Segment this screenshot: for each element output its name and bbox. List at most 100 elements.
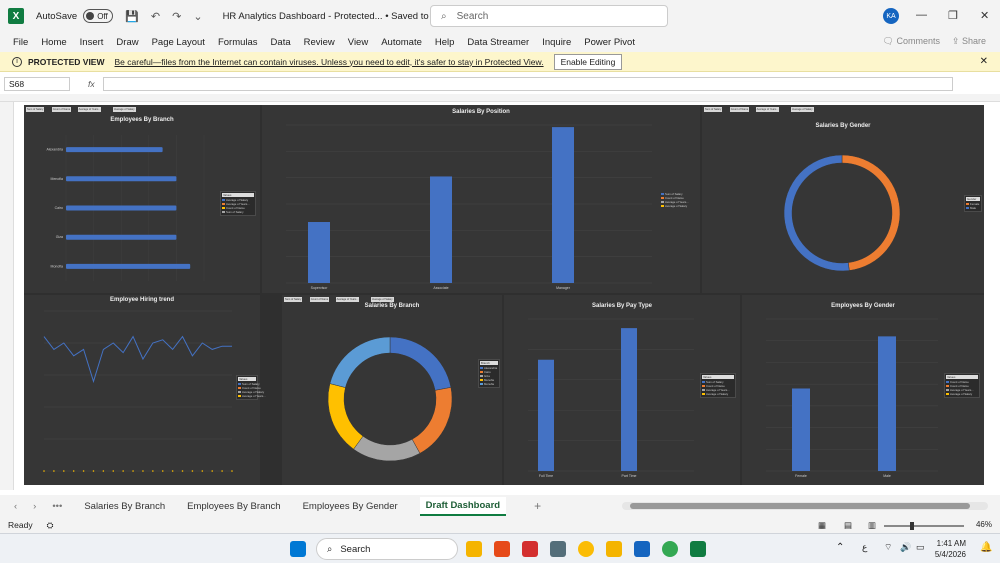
enable-editing-button[interactable]: Enable Editing — [553, 53, 623, 70]
restore-icon[interactable]: ❐ — [948, 9, 958, 22]
search-box[interactable]: ⌕ Search — [430, 5, 668, 27]
legend-title: Values — [222, 193, 254, 197]
page-break-icon[interactable]: ▥ — [868, 520, 876, 531]
mail-icon[interactable] — [634, 541, 650, 557]
row-headers[interactable] — [0, 102, 14, 490]
chevron-up-icon[interactable]: ⌃ — [836, 542, 844, 553]
menu-formulas[interactable]: Formulas — [218, 37, 258, 48]
sticky-notes-icon[interactable] — [494, 541, 510, 557]
donut-slice — [411, 387, 453, 454]
menu-power-pivot[interactable]: Power Pivot — [584, 37, 635, 48]
donut-slice — [327, 383, 364, 450]
autosave-toggle[interactable]: Off — [83, 9, 114, 23]
employee-hiring-trend-chart[interactable]: Employee Hiring trend Values Sum of Sala… — [24, 295, 266, 485]
taskbar-search[interactable]: ⌕ Search — [316, 538, 458, 560]
chart-legend[interactable]: Values Sum of Salary Count of Name Avera… — [700, 373, 736, 398]
save-icon[interactable]: 💾 — [125, 10, 139, 23]
minimize-icon[interactable]: — — [916, 9, 927, 21]
column-headers[interactable] — [0, 94, 1000, 102]
sheet-tab-employees-by-branch[interactable]: Employees By Branch — [187, 501, 280, 512]
menu-home[interactable]: Home — [41, 37, 66, 48]
menu-page-layout[interactable]: Page Layout — [152, 37, 205, 48]
close-icon[interactable]: ✕ — [980, 56, 988, 67]
autosave-label: AutoSave — [36, 10, 78, 22]
dashboard-area: Employees By Branch Sum of Salary Count o… — [24, 105, 984, 485]
app-l-icon[interactable] — [522, 541, 538, 557]
menu-data[interactable]: Data — [271, 37, 291, 48]
avatar[interactable]: KA — [883, 8, 899, 24]
bar-chart-svg: Supervisor Associate Manager — [286, 124, 652, 290]
menu-help[interactable]: Help — [435, 37, 455, 48]
prev-sheet-icon[interactable]: ‹ — [14, 501, 17, 512]
excel-taskbar-icon[interactable] — [690, 541, 706, 557]
zoom-level[interactable]: 46% — [976, 520, 992, 529]
horizontal-scrollbar[interactable] — [622, 502, 988, 510]
chart-legend[interactable]: Branch Alexandria Cairo Giza Menofia Mon… — [478, 359, 500, 388]
menu-insert[interactable]: Insert — [80, 37, 104, 48]
customize-qat-icon[interactable]: ⌄ — [193, 10, 202, 23]
data-point — [43, 470, 45, 472]
normal-view-icon[interactable]: ▦ — [818, 520, 826, 531]
menu-inquire[interactable]: Inquire — [542, 37, 571, 48]
data-point — [132, 470, 134, 472]
share-button[interactable]: ⇪ Share — [952, 36, 986, 47]
fx-icon[interactable]: fx — [88, 79, 95, 89]
close-icon[interactable]: ✕ — [980, 9, 989, 22]
protected-view-bar: i PROTECTED VIEW Be careful—files from t… — [0, 52, 1000, 72]
battery-icon[interactable]: ▭ — [916, 542, 925, 553]
add-sheet-button[interactable]: + — [534, 499, 541, 513]
employees-by-branch-chart[interactable]: Employees By Branch Sum of Salary Count o… — [24, 105, 260, 293]
accessibility-icon[interactable]: ⛭ — [47, 520, 54, 531]
category-label: Supervisor — [311, 286, 329, 290]
start-icon[interactable] — [290, 541, 306, 557]
protected-view-message[interactable]: Be careful—files from the Internet can c… — [115, 57, 544, 67]
chart-legend[interactable]: Gender Female Male — [964, 195, 982, 212]
chrome-icon[interactable] — [578, 541, 594, 557]
clock[interactable]: 1:41 AM 5/4/2026 — [935, 538, 966, 560]
zoom-slider[interactable] — [884, 522, 964, 530]
employees-by-gender-chart[interactable]: Employees By Gender Female Male Values Co… — [742, 295, 984, 485]
chart-legend[interactable]: Values Count of Name Count of Name Avera… — [944, 373, 980, 398]
chart-legend[interactable]: Sum of Salary Count of Name Average of Y… — [660, 191, 698, 209]
salaries-by-pay-type-chart[interactable]: Salaries By Pay Type Full Time Part Time … — [504, 295, 740, 485]
next-sheet-icon[interactable]: › — [33, 501, 36, 512]
bar — [430, 176, 452, 283]
menu-file[interactable]: File — [13, 37, 28, 48]
store-icon[interactable] — [550, 541, 566, 557]
sheet-tab-draft-dashboard[interactable]: Draft Dashboard — [419, 496, 507, 516]
notification-icon[interactable]: 🔔 — [980, 542, 992, 553]
page-layout-icon[interactable]: ▤ — [844, 520, 852, 531]
comment-icon: 🗨 — [882, 36, 894, 46]
chrome-alt-icon[interactable] — [662, 541, 678, 557]
file-explorer-icon[interactable] — [466, 541, 482, 557]
language-indicator[interactable]: ع — [862, 542, 867, 553]
menu-view[interactable]: View — [348, 37, 368, 48]
menu-data-streamer[interactable]: Data Streamer — [467, 37, 529, 48]
comments-button[interactable]: 🗨 Comments — [883, 36, 940, 47]
data-point — [211, 470, 214, 472]
salaries-by-branch-chart[interactable]: Salaries By Branch Sum of Salary Count of… — [282, 295, 502, 485]
sheet-tab-salaries-by-branch[interactable]: Salaries By Branch — [84, 501, 165, 512]
redo-icon[interactable]: ↷ — [172, 10, 181, 23]
donut-slice — [841, 154, 901, 271]
menu-automate[interactable]: Automate — [381, 37, 422, 48]
menu-draw[interactable]: Draw — [116, 37, 138, 48]
search-placeholder: Search — [456, 10, 489, 22]
legend-title: Values — [702, 375, 734, 379]
excel-logo-icon: X — [8, 8, 24, 24]
more-sheets-icon[interactable]: ••• — [52, 501, 62, 512]
category-label: Female — [795, 474, 807, 478]
power-bi-icon[interactable] — [606, 541, 622, 557]
menu-review[interactable]: Review — [304, 37, 335, 48]
salaries-by-position-chart[interactable]: Salaries By Position Supervisor Associate… — [262, 105, 700, 293]
undo-icon[interactable]: ↶ — [151, 10, 160, 23]
chart-legend[interactable]: Values Average of Salary Average of Year… — [220, 191, 256, 216]
volume-icon[interactable]: 🔊 — [900, 542, 911, 553]
salaries-by-gender-chart[interactable]: Salaries By Gender Sum of Salary Count of… — [702, 105, 984, 293]
name-box[interactable]: S68 — [4, 77, 70, 91]
line-chart-svg — [43, 310, 233, 472]
chart-legend[interactable]: Values Sum of Salary Count of Name Avera… — [236, 375, 266, 400]
wifi-icon[interactable]: ⌔ — [884, 542, 892, 553]
sheet-tab-employees-by-gender[interactable]: Employees By Gender — [303, 501, 398, 512]
formula-input[interactable] — [102, 77, 953, 91]
